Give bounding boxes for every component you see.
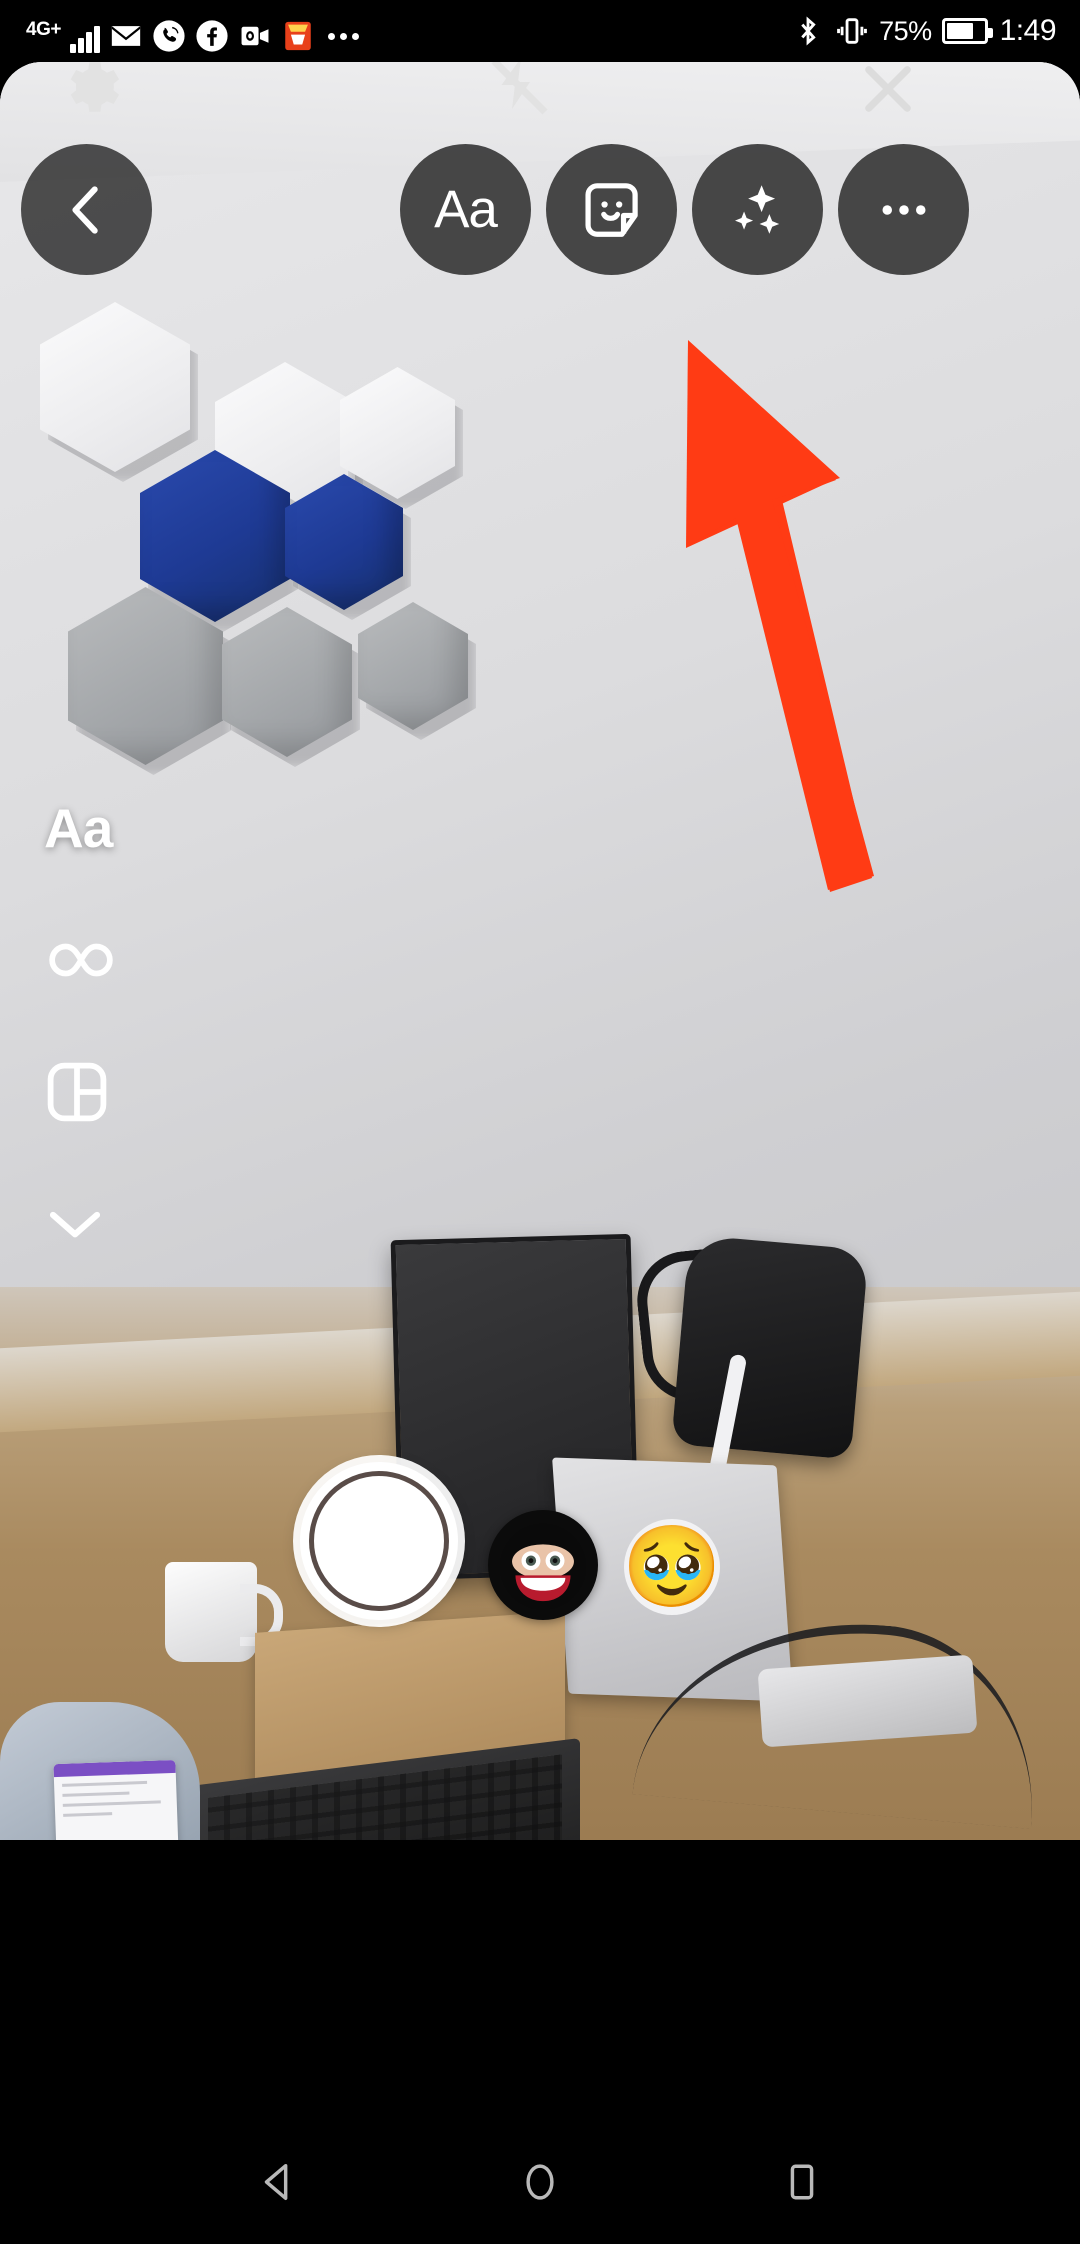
network-type-label: 4G+ [26,19,61,40]
battery-percent-label: 75% [879,15,932,46]
sticker-icon [584,182,638,237]
back-button[interactable] [21,144,152,275]
text-aa-icon: Aa [44,797,113,859]
more-options-icon [882,204,925,215]
layout-tool-rail-item[interactable] [44,1026,140,1158]
gear-icon[interactable] [55,62,121,120]
triangle-back-icon[interactable] [252,2156,304,2208]
shopping-app-icon [285,21,311,51]
photo-mug [165,1562,283,1662]
photo-backpack [671,1234,869,1460]
status-bar-clock: 1:49 [999,14,1057,47]
battery-icon [941,18,993,44]
instagram-story-camera-screen: 4G+ 75% 1:49 Aa Aa 🥹 [0,0,1080,2244]
mail-icon [111,26,141,46]
more-notifications-icon [327,19,359,53]
text-button[interactable]: Aa [400,144,531,275]
photo-notepad [53,1759,179,1840]
infinity-icon [49,943,113,977]
square-recents-icon[interactable] [776,2156,828,2208]
layout-grid-icon [47,1062,107,1122]
vibrate-icon [837,18,867,44]
facebook-icon [196,20,228,52]
hex-panel [40,302,198,482]
camera-preview[interactable]: Aa Aa 🥹 [0,62,1080,1840]
sparkles-icon [734,184,779,234]
text-tool-rail-item[interactable]: Aa [44,762,140,894]
flash-off-icon[interactable] [482,62,554,124]
shutter-button[interactable] [300,1462,458,1620]
close-icon[interactable] [855,62,921,122]
status-bar-right: 75% 1:49 [791,14,1080,48]
viber-icon [153,20,185,52]
effects-button[interactable] [692,144,823,275]
hex-panel-grey [358,602,476,740]
text-button-label: Aa [434,180,498,239]
expand-tools-rail-item[interactable] [44,1158,140,1290]
bluetooth-icon [801,16,816,46]
android-navigation-bar [0,2120,1080,2244]
left-tool-rail: Aa [44,762,140,1290]
pleading-face-emoji: 🥹 [624,1522,720,1611]
hex-panel-blue [285,474,411,620]
sticker-button[interactable] [546,144,677,275]
status-bar-left: 4G+ [0,9,359,53]
effect-big-smile-face[interactable] [488,1510,598,1620]
outlook-icon [241,26,269,46]
story-editor-toolbar: Aa [0,144,1080,279]
more-options-button[interactable] [838,144,969,275]
photo-power-strip [757,1654,978,1748]
big-smile-face-icon [500,1523,586,1610]
hex-panel-grey [222,607,360,767]
signal-bars-icon [69,23,100,53]
hex-panel-grey [68,587,231,775]
back-chevron-icon [71,185,98,234]
chevron-down-icon [49,1211,101,1238]
effect-pleading-emoji[interactable]: 🥹 [624,1519,720,1615]
status-bar: 4G+ 75% 1:49 [0,0,1080,62]
boomerang-tool-rail-item[interactable] [44,894,140,1026]
circle-home-icon[interactable] [514,2156,566,2208]
